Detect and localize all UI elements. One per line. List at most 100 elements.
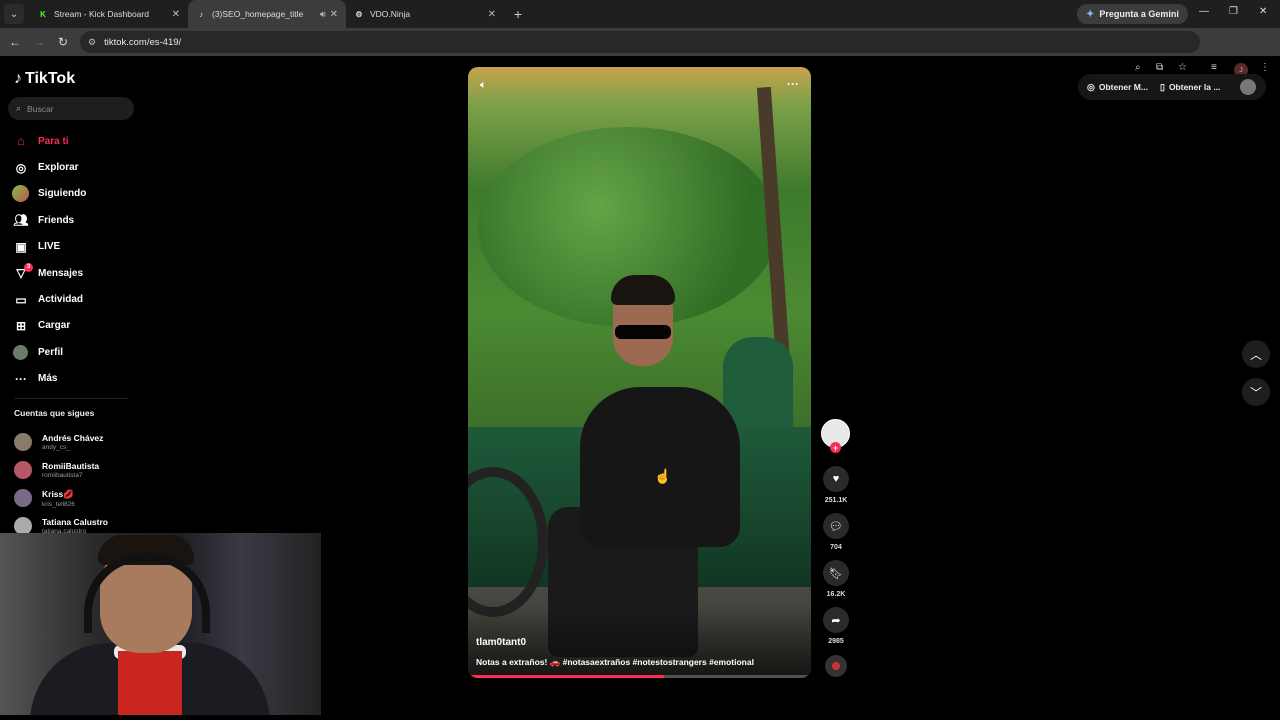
more-icon: ··· xyxy=(15,371,27,386)
account-name: RomiiBautista xyxy=(42,461,100,471)
close-icon[interactable]: ✕ xyxy=(488,9,496,20)
search-icon: ⌕ xyxy=(16,103,22,113)
close-window-icon[interactable]: ✕ xyxy=(1259,6,1267,17)
bookmark-icon[interactable]: 🔖︎ xyxy=(823,560,849,586)
tab-title: (3)SEO_homepage_title xyxy=(212,9,304,19)
share-icon[interactable]: ➦ xyxy=(823,607,849,633)
profile-avatar xyxy=(13,344,28,360)
tab-vdo-ninja[interactable]: ⚙ VDO.Ninja ✕ xyxy=(346,0,504,28)
like-action[interactable]: ♥ 251.1K xyxy=(823,466,849,504)
site-info-icon[interactable]: ⚙ xyxy=(88,37,96,48)
account-username: kris_tell826 xyxy=(42,500,75,508)
kick-favicon-icon: K xyxy=(40,9,46,19)
account-item[interactable]: Andrés Chávez andy_cs_ xyxy=(14,428,134,456)
sidebar-item-perfil[interactable]: Perfil xyxy=(12,339,132,365)
minimize-icon[interactable]: — xyxy=(1199,6,1209,17)
close-icon[interactable]: ✕ xyxy=(172,9,180,20)
music-disc-icon[interactable] xyxy=(825,655,847,677)
account-item[interactable]: Kriss💋 kris_tell826 xyxy=(14,484,134,512)
account-username: andy_cs_ xyxy=(42,444,70,451)
tiktok-favicon-icon: ♪ xyxy=(199,9,203,19)
install-app-icon[interactable]: ⧉ xyxy=(1156,62,1163,73)
sidebar-divider xyxy=(14,398,128,399)
menu-kebab-icon[interactable]: ⋮ xyxy=(1260,62,1270,73)
video-progress-fill xyxy=(468,675,664,678)
new-tab-button[interactable]: + xyxy=(508,6,528,22)
back-icon[interactable]: ← xyxy=(3,35,27,49)
coin-icon: ◎ xyxy=(1087,81,1095,92)
comment-action[interactable]: 💬︎ 704 xyxy=(823,513,849,551)
hand-cursor-icon: ☝ xyxy=(654,468,672,484)
comment-icon[interactable]: 💬︎ xyxy=(823,513,849,539)
sidebar-item-label: Mensajes xyxy=(38,267,84,279)
sidebar-item-label: Siguiendo xyxy=(38,188,87,200)
sidebar-item-label: LIVE xyxy=(38,241,61,253)
sidebar-item-mensajes[interactable]: ▽ 3 Mensajes xyxy=(12,260,132,286)
gemini-button[interactable]: ✦ Pregunta a Gemini xyxy=(1077,4,1188,24)
video-player[interactable]: 🔈︎ ··· tlam0tant0 Notas a extraños! 🚗 #n… xyxy=(468,67,811,678)
chevron-up-icon: ︿ xyxy=(1249,347,1262,362)
get-coins-button[interactable]: ◎ Obtener M... xyxy=(1087,82,1148,93)
video-scene-person-hair xyxy=(611,275,675,305)
heart-icon[interactable]: ♥ xyxy=(823,466,849,492)
account-item[interactable]: RomiiBautista romiibautista7 xyxy=(14,456,134,484)
follow-plus-icon[interactable]: + xyxy=(830,442,841,453)
video-caption[interactable]: Notas a extraños! 🚗 #notasaextraños #not… xyxy=(476,657,754,668)
avatar xyxy=(14,461,32,479)
tab-list-button[interactable]: ⌄ xyxy=(4,4,24,24)
sidebar-item-mas[interactable]: ··· Más xyxy=(12,366,132,392)
sidebar-item-live[interactable]: ▣ LIVE xyxy=(12,234,132,260)
account-name: Tatiana Calustro xyxy=(42,517,108,527)
sidebar-item-para-ti[interactable]: ⌂ Para ti xyxy=(12,128,132,154)
top-right-actions: ◎ Obtener M... ▯ Obtener la ... xyxy=(1078,74,1266,100)
like-count: 251.1K xyxy=(824,497,848,504)
video-author[interactable]: tlam0tant0 xyxy=(476,637,526,648)
forward-icon[interactable]: → xyxy=(27,35,51,49)
sidebar-item-label: Actividad xyxy=(38,294,84,306)
speaker-icon[interactable]: 🔊︎ xyxy=(320,9,326,20)
sidebar-item-friends[interactable]: 👥︎ Friends xyxy=(12,207,132,233)
reload-icon[interactable]: ↻ xyxy=(51,35,75,49)
previous-video-button[interactable]: ︿ xyxy=(1242,340,1270,368)
upload-icon: ⊞ xyxy=(15,318,27,333)
sidebar-item-label: Más xyxy=(38,373,58,385)
save-action[interactable]: 🔖︎ 16.2K xyxy=(823,560,849,598)
sidebar-item-explorar[interactable]: ◎ Explorar xyxy=(12,154,132,180)
webcam-headset xyxy=(84,553,210,633)
next-video-button[interactable]: ﹀ xyxy=(1242,378,1270,406)
sidebar-item-actividad[interactable]: ▭ Actividad xyxy=(12,286,132,312)
get-app-button[interactable]: ▯ Obtener la ... xyxy=(1160,82,1220,93)
gemini-label: Pregunta a Gemini xyxy=(1099,9,1179,19)
video-scene-sunglasses xyxy=(615,325,671,339)
sidebar-item-siguiendo[interactable]: Siguiendo xyxy=(12,181,132,207)
restore-icon[interactable]: ❐ xyxy=(1229,6,1238,17)
sidebar-nav: ⌂ Para ti ◎ Explorar Siguiendo 👥︎ Friend… xyxy=(12,128,132,392)
zoom-icon[interactable]: ⌕ xyxy=(1135,62,1141,73)
comment-count: 704 xyxy=(830,544,842,551)
more-options-icon[interactable]: ··· xyxy=(787,77,799,91)
search-input[interactable]: ⌕ Buscar xyxy=(8,97,134,120)
tab-title: Stream - Kick Dashboard xyxy=(54,9,149,19)
tab-tiktok[interactable]: ♪ (3)SEO_homepage_title 🔊︎ ✕ xyxy=(188,0,346,28)
tab-kick[interactable]: K Stream - Kick Dashboard ✕ xyxy=(30,0,188,28)
media-controls-icon[interactable]: ≡ xyxy=(1211,62,1217,73)
webcam-shirt xyxy=(118,651,182,715)
url-text: tiktok.com/es-419/ xyxy=(104,36,182,48)
share-action[interactable]: ➦ 2985 xyxy=(823,607,849,645)
tab-title: VDO.Ninja xyxy=(370,9,411,19)
following-section-title: Cuentas que sigues xyxy=(14,408,95,418)
sidebar-item-cargar[interactable]: ⊞ Cargar xyxy=(12,313,132,339)
video-progress-track[interactable] xyxy=(468,675,811,678)
account-name: Kriss💋 xyxy=(42,488,74,499)
save-count: 16.2K xyxy=(826,591,846,598)
address-bar[interactable]: ⚙ tiktok.com/es-419/ xyxy=(80,31,1200,53)
live-icon: ▣ xyxy=(15,239,27,254)
close-icon[interactable]: ✕ xyxy=(330,9,338,20)
user-avatar[interactable] xyxy=(1240,79,1256,95)
volume-icon[interactable]: 🔈︎ xyxy=(480,79,487,92)
tiktok-logo[interactable]: ♪ TikTok xyxy=(14,70,75,88)
tiktok-note-icon: ♪ xyxy=(14,70,22,87)
chevron-down-icon: ﹀ xyxy=(1249,385,1262,400)
bookmark-star-icon[interactable]: ☆ xyxy=(1178,62,1187,73)
share-count: 2985 xyxy=(828,638,844,645)
